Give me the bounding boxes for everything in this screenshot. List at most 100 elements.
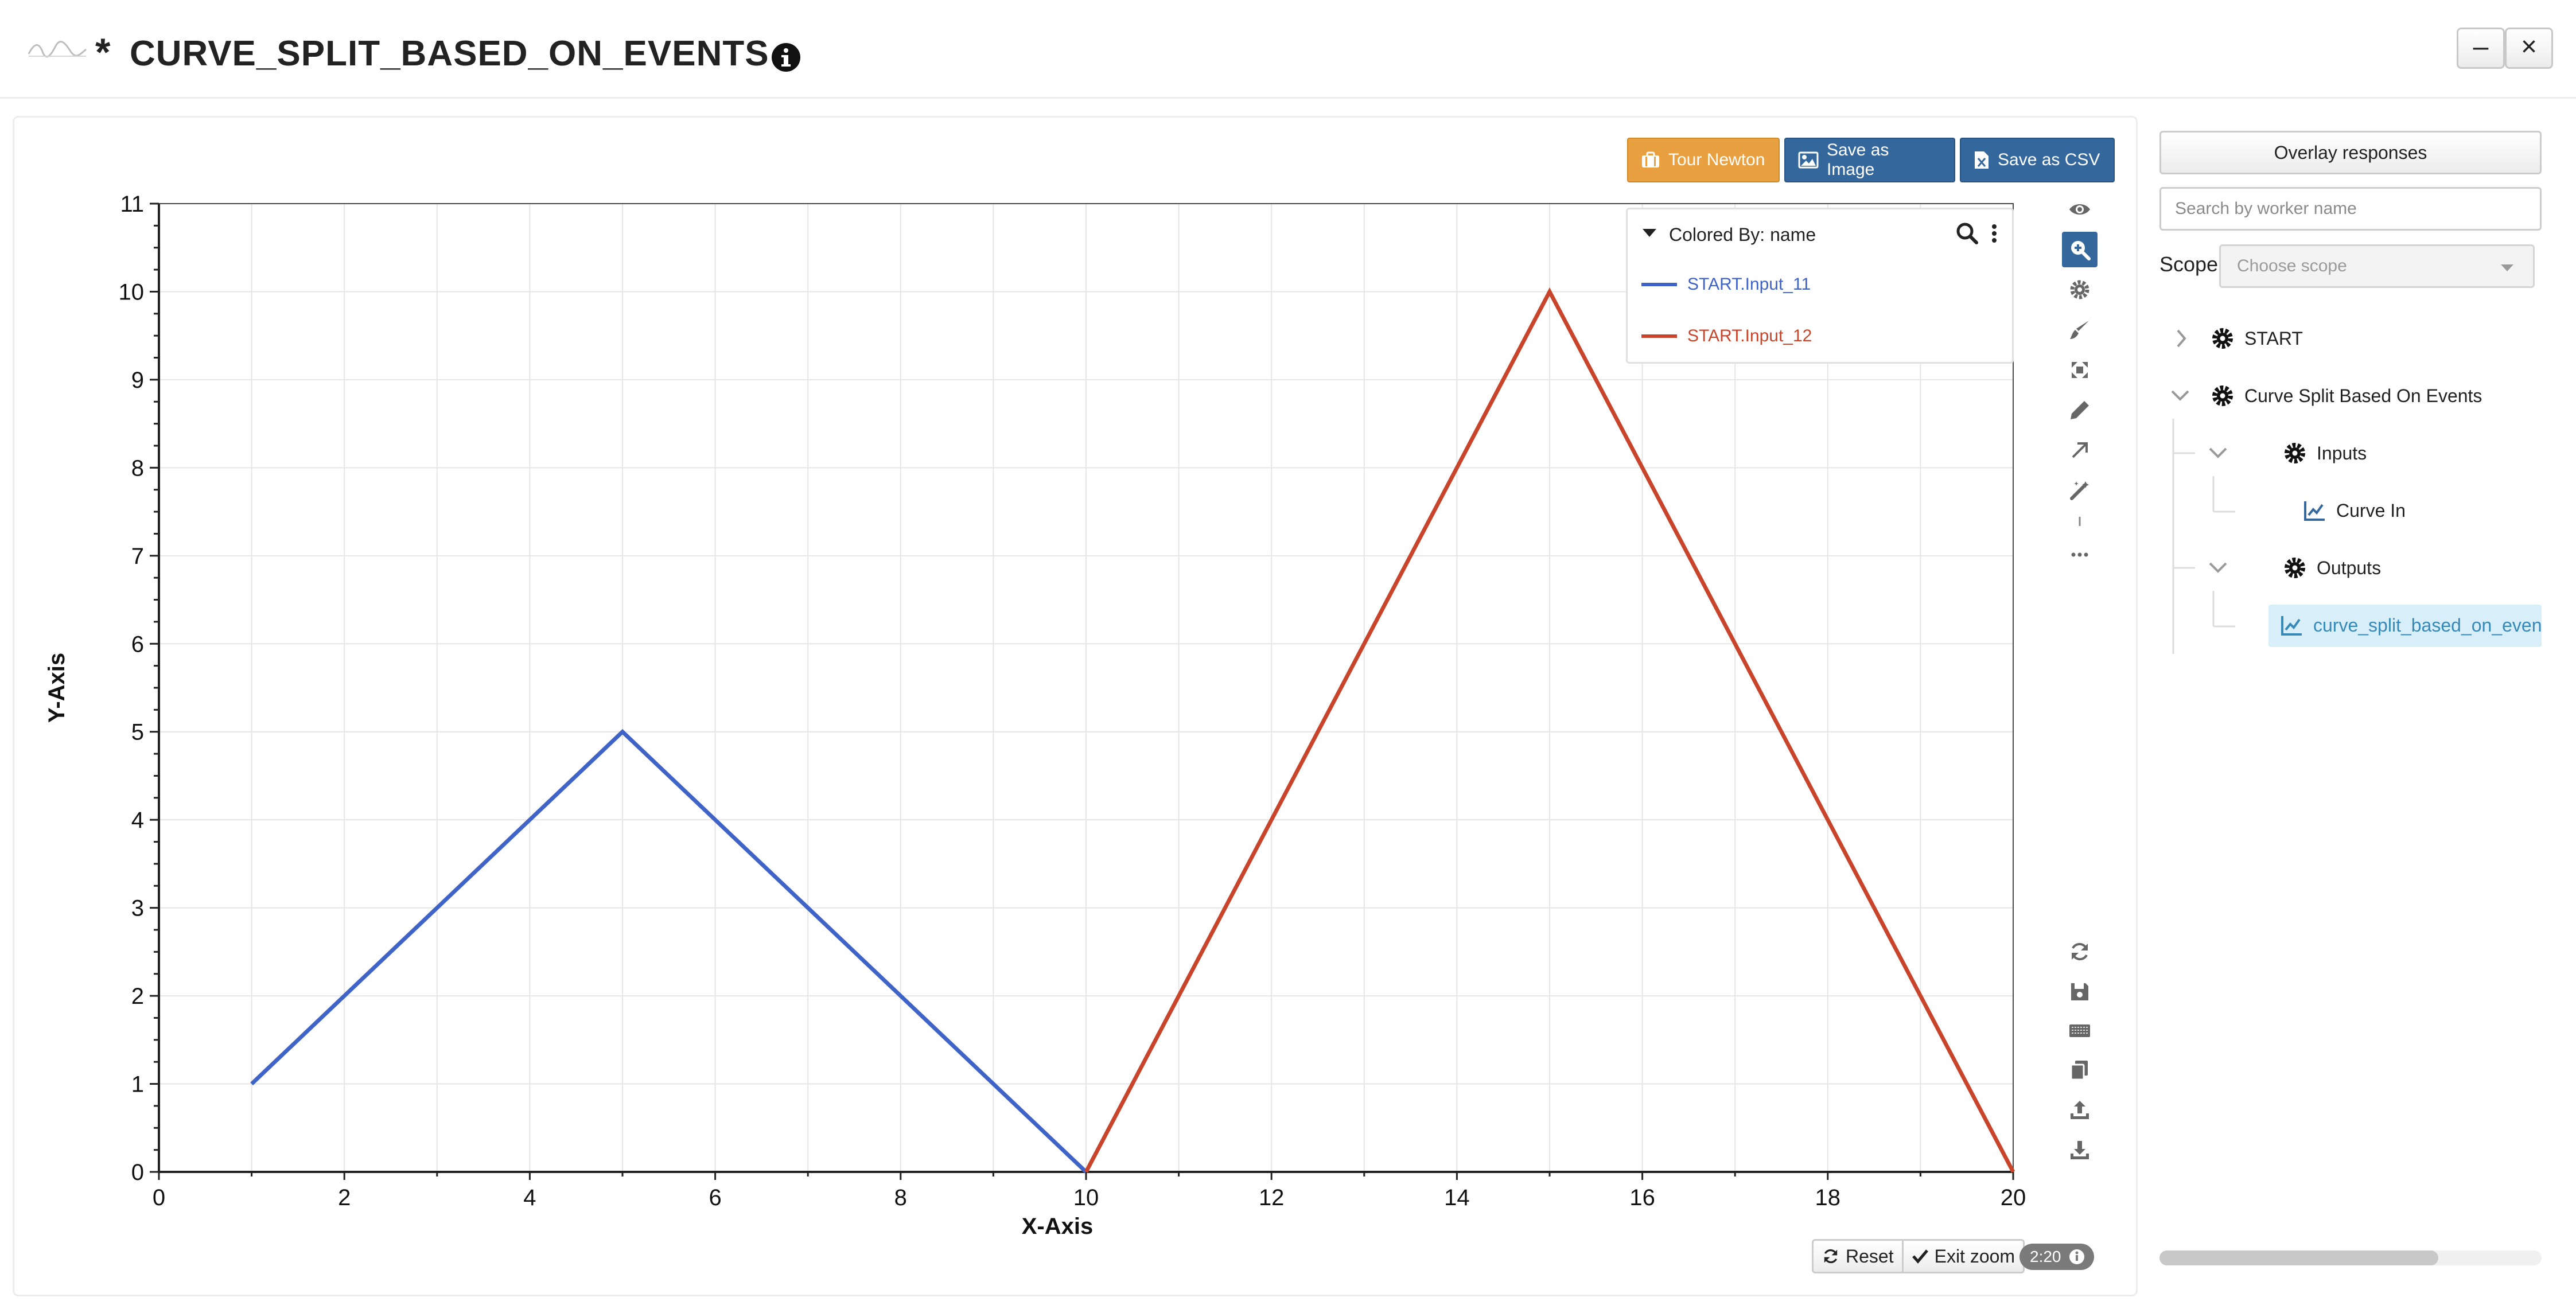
y-tick-label: 6	[131, 632, 144, 657]
x-tick-label: 6	[709, 1185, 721, 1210]
tree-node-output-selected[interactable]: curve_split_based_on_events	[2268, 605, 2542, 647]
chart-settings-button[interactable]	[2062, 272, 2098, 307]
x-tick-label: 18	[1815, 1185, 1841, 1210]
legend-swatch-series-1	[1641, 283, 1677, 286]
zoom-in-icon	[2071, 241, 2091, 260]
pencil-icon	[2071, 401, 2089, 419]
legend-title: Colored By: name	[1669, 224, 1816, 245]
minimize-button[interactable]: –	[2457, 28, 2505, 69]
chart-legend: Colored By: name START.Input_11 START.In…	[1626, 208, 2014, 364]
floppy-disk-icon	[2071, 983, 2088, 1000]
gear-icon	[2212, 328, 2233, 349]
tree-node-output[interactable]: curve_split_based_on_events	[2280, 608, 2542, 642]
x-tick-label: 8	[894, 1185, 907, 1210]
reset-button[interactable]: Reset	[1814, 1241, 1902, 1272]
x-tick-label: 12	[1259, 1185, 1285, 1210]
y-tick-label: 9	[131, 368, 144, 393]
refresh-small-icon	[1824, 1249, 1838, 1264]
save-state-button[interactable]	[2062, 974, 2098, 1010]
exit-zoom-label: Exit zoom	[1934, 1245, 2015, 1267]
chevron-down-icon[interactable]	[2209, 562, 2227, 573]
sidebar-horizontal-scrollbar[interactable]	[2159, 1250, 2542, 1265]
fit-to-screen-button[interactable]	[2062, 352, 2098, 388]
scope-select[interactable]: Choose scope	[2219, 244, 2535, 288]
scrollbar-thumb[interactable]	[2159, 1250, 2438, 1265]
legend-item-series-2[interactable]: START.Input_12	[1641, 322, 1812, 350]
y-tick-label: 0	[131, 1160, 144, 1185]
toggle-visibility-button[interactable]	[2062, 192, 2098, 227]
gear-icon	[2212, 385, 2233, 406]
expand-icon	[2072, 362, 2088, 378]
y-tick-label: 10	[119, 279, 145, 305]
arrow-up-right-icon	[2072, 442, 2088, 458]
scope-label: Scope:	[2159, 252, 2224, 276]
eye-icon	[2069, 204, 2090, 215]
keyboard-shortcuts-button[interactable]	[2062, 1013, 2098, 1049]
legend-more-vertical-icon[interactable]	[1986, 217, 2003, 250]
x-tick-label: 0	[153, 1185, 165, 1210]
line-chart[interactable]: 0 2 4 6 8 10 12 14 16 18 2001234567891011 X-Axis Y…	[0, 0, 2140, 1309]
magic-tool-button[interactable]	[2062, 473, 2098, 508]
zoom-controls: Reset Exit zoom	[1812, 1239, 2025, 1273]
copy-button[interactable]	[2062, 1052, 2098, 1088]
y-tick-label: 5	[131, 720, 144, 745]
more-horizontal-icon	[2071, 552, 2088, 557]
x-axis-label: X-Axis	[1022, 1214, 1094, 1239]
close-button[interactable]: ×	[2505, 28, 2553, 69]
data-count-badge[interactable]: 2:20	[2019, 1244, 2094, 1270]
legend-swatch-series-2	[1641, 334, 1677, 338]
tree-node-label: Outputs	[2317, 557, 2382, 578]
tree-node-start[interactable]: START	[2211, 321, 2303, 356]
download-button[interactable]	[2062, 1132, 2098, 1168]
series-line-1[interactable]	[250, 728, 1088, 1174]
download-icon	[2071, 1141, 2089, 1159]
zoom-tool-button[interactable]	[2062, 232, 2098, 267]
magic-wand-icon	[2070, 481, 2089, 500]
legend-collapse-caret-icon[interactable]	[1643, 229, 1656, 237]
draw-tool-button[interactable]	[2062, 392, 2098, 428]
line-chart-icon	[2281, 616, 2302, 636]
legend-item-series-1[interactable]: START.Input_11	[1641, 270, 1811, 299]
gear-icon	[2070, 280, 2089, 299]
chevron-down-icon	[2501, 264, 2513, 271]
line-chart-icon	[2304, 501, 2325, 521]
gear-icon	[2285, 558, 2305, 578]
chevron-down-icon[interactable]	[2209, 447, 2227, 458]
reset-label: Reset	[1846, 1245, 1894, 1267]
more-tools-button[interactable]	[2062, 537, 2098, 572]
brush-tool-button[interactable]	[2062, 312, 2098, 348]
x-tick-label: 2	[338, 1185, 351, 1210]
x-tick-label: 10	[1073, 1185, 1099, 1210]
data-count-value: 2:20	[2030, 1248, 2061, 1265]
copy-icon	[2070, 1061, 2088, 1081]
overlay-responses-button[interactable]: Overlay responses	[2159, 131, 2542, 174]
y-tick-label: 2	[131, 984, 144, 1009]
legend-label-series-1: START.Input_11	[1687, 275, 1811, 294]
gear-icon	[2285, 443, 2305, 463]
tree-node-worker[interactable]: Curve Split Based On Events	[2211, 379, 2482, 413]
tree-node-outputs[interactable]: Outputs	[2283, 551, 2381, 585]
tree-node-label: Curve Split Based On Events	[2244, 385, 2482, 406]
chevron-down-icon[interactable]	[2171, 390, 2189, 401]
worker-search-input[interactable]	[2159, 187, 2542, 231]
tree-node-label: Inputs	[2317, 442, 2367, 463]
refresh-button[interactable]	[2062, 934, 2098, 969]
refresh-icon	[2072, 942, 2088, 961]
upload-button[interactable]	[2062, 1092, 2098, 1128]
tree-node-inputs[interactable]: Inputs	[2283, 436, 2367, 470]
tree-node-label: curve_split_based_on_events	[2313, 614, 2542, 636]
chevron-right-icon[interactable]	[2177, 329, 2186, 348]
x-tick-label: 14	[1444, 1185, 1470, 1210]
legend-label-series-2: START.Input_12	[1687, 326, 1812, 345]
x-tick-label: 4	[523, 1185, 536, 1210]
upload-icon	[2071, 1101, 2089, 1119]
scope-select-value: Choose scope	[2237, 256, 2347, 275]
tree-node-label: START	[2244, 328, 2303, 349]
arrow-tool-button[interactable]	[2062, 433, 2098, 468]
exit-zoom-button[interactable]: Exit zoom	[1901, 1241, 2023, 1272]
toolbar-divider	[2062, 504, 2098, 539]
legend-search-icon[interactable]	[1955, 217, 1980, 250]
tree-node-curve-in[interactable]: Curve In	[2303, 493, 2406, 528]
paint-brush-icon	[2070, 321, 2089, 339]
y-tick-label: 8	[131, 455, 144, 481]
